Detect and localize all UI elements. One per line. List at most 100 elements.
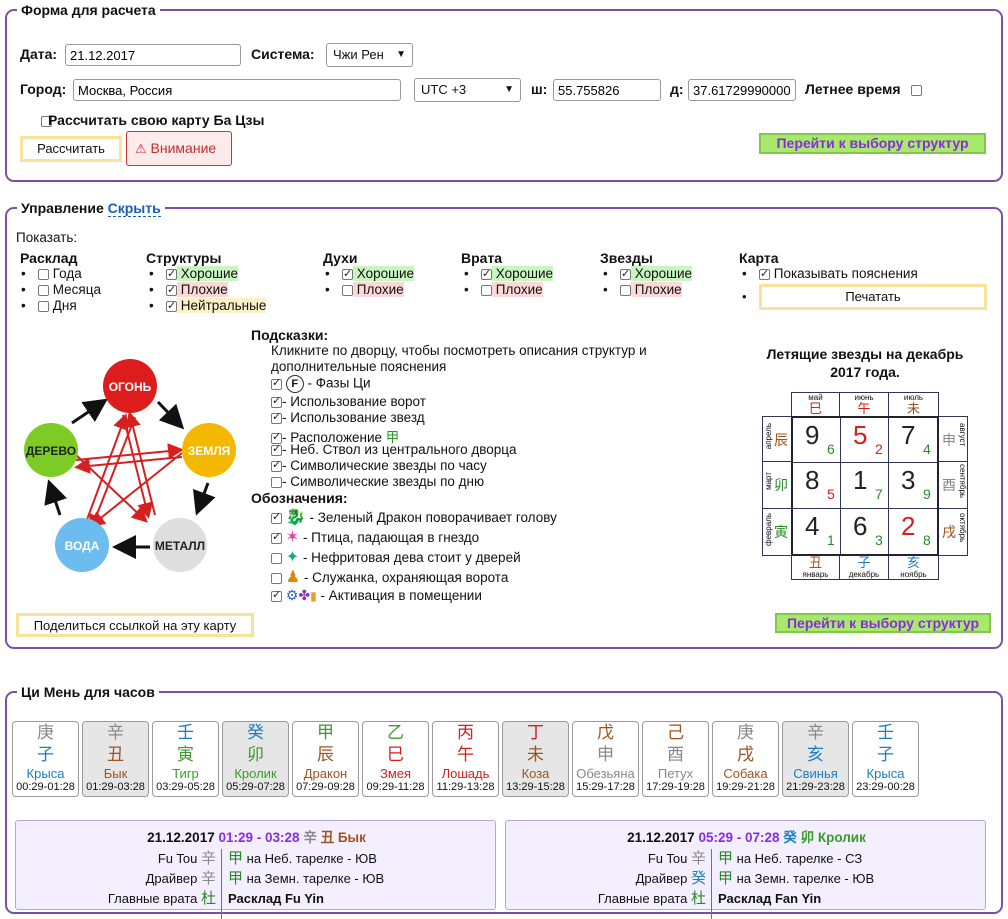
gates-option-good[interactable]: Хорошие (461, 266, 554, 282)
hour-card-animal: Бык (103, 766, 128, 781)
hour-detail-divider-1 (711, 849, 712, 919)
legend-bird[interactable]: ✶ - Птица, падающая в гнездо (271, 527, 479, 547)
hour-card[interactable]: 庚戌 Собака 19:29-21:28 (712, 721, 779, 797)
hour-card-stem: 辛 (107, 723, 124, 742)
chevron-down-icon: ▼ (504, 84, 514, 95)
legend-jade-maiden[interactable]: ✦ - Нефритовая дева стоит у дверей (271, 547, 521, 567)
hour-card[interactable]: 辛丑 Бык 01:29-03:28 (82, 721, 149, 797)
hour-card[interactable]: 壬寅 Тигр 03:29-05:28 (152, 721, 219, 797)
hour-card[interactable]: 癸卯 Кролик 05:29-07:28 (222, 721, 289, 797)
hour-detail-panel-0: 21.12.2017 01:29 - 03:28 辛 丑 Бык Fu Tou … (15, 820, 496, 919)
hour-card-time: 07:29-09:28 (296, 781, 355, 793)
hour-card-branch: 午 (457, 745, 474, 764)
city-input[interactable] (73, 79, 401, 101)
month-bottom-1: 子 декабрь (840, 556, 889, 580)
dragon-icon: 🐉 (285, 509, 306, 526)
star-cell-2[interactable]: 7 4 (889, 418, 937, 464)
summer-time-checkbox[interactable] (911, 85, 922, 97)
hour-card-animal: Крыса (26, 766, 65, 781)
hour-card[interactable]: 庚子 Крыса 00:29-01:28 (12, 721, 79, 797)
hour-card-stem: 庚 (37, 723, 54, 742)
hour-card[interactable]: 丙午 Лошадь 11:29-13:28 (432, 721, 499, 797)
legend-activation[interactable]: ⚙✤▮ - Активация в помещении (271, 587, 482, 604)
timezone-select-value: UTC +3 (421, 82, 467, 97)
hour-card-time: 03:29-05:28 (156, 781, 215, 793)
stars-option-good[interactable]: Хорошие (600, 266, 693, 282)
hour-card-branch: 酉 (667, 745, 684, 764)
hour-card[interactable]: 丁未 Коза 13:29-15:28 (502, 721, 569, 797)
structures-option-good[interactable]: Хорошие (146, 266, 266, 282)
city-label: Город: (20, 81, 67, 97)
share-link-button[interactable]: Поделиться ссылкой на эту карту (16, 613, 254, 637)
hint-qi-phases-checkbox[interactable] (271, 376, 282, 390)
stars-option-bad[interactable]: Плохие (600, 282, 692, 298)
spirits-option-bad[interactable]: Плохие (322, 282, 414, 298)
star-cell-7[interactable]: 6 3 (841, 508, 889, 554)
month-top-1: июнь 午 (840, 392, 889, 416)
card-option-show-notes[interactable]: Показывать пояснения (739, 266, 918, 282)
system-select[interactable]: Чжи Рен ▼ (326, 43, 413, 67)
go-to-structures-button-bottom[interactable]: Перейти к выбору структур (775, 613, 991, 633)
legend-servant[interactable]: ♟ - Служанка, охраняющая ворота (271, 567, 508, 587)
warning-button[interactable]: ⚠ Внимание (126, 131, 232, 166)
date-input[interactable] (65, 44, 241, 66)
flying-stars-title: Летящие звезды на декабрь 2017 года. (766, 346, 964, 380)
hour-card-time: 21:29-23:28 (786, 781, 845, 793)
hour-card-branch: 申 (597, 745, 614, 764)
lon-input[interactable] (688, 79, 796, 101)
hour-card[interactable]: 壬子 Крыса 23:29-00:28 (852, 721, 919, 797)
hour-card-animal: Дракон (303, 766, 348, 781)
hour-card[interactable]: 辛亥 Свинья 21:29-23:28 (782, 721, 849, 797)
hour-card[interactable]: 乙巳 Змея 09:29-11:28 (362, 721, 429, 797)
star-cell-3[interactable]: 8 5 (793, 463, 841, 509)
hour-card-branch: 未 (527, 745, 544, 764)
control-panel-title: Управление (21, 200, 104, 216)
hint-central-stem[interactable]: - Неб. Ствол из центрального дворца (271, 442, 517, 457)
star-cell-4[interactable]: 1 7 (841, 463, 889, 509)
hint-qi-phases[interactable]: F - Фазы Ци (271, 375, 371, 393)
layout-option-day[interactable]: Дня (18, 298, 101, 314)
date-label: Дата: (20, 46, 58, 62)
hour-card-branch: 卯 (247, 745, 264, 764)
month-left-1: март 卯 (762, 462, 791, 509)
go-to-structures-button-top[interactable]: Перейти к выбору структур (759, 133, 986, 154)
hour-detail-right-1: 甲 на Неб. тарелке - СЗ 甲 на Земн. тарелк… (718, 850, 875, 906)
own-card-label: Рассчитать свою карту Ба Цзы (48, 112, 265, 128)
structures-option-bad[interactable]: Плохие (146, 282, 266, 298)
calculate-button[interactable]: Рассчитать (20, 136, 122, 162)
hour-card[interactable]: 戊申 Обезьяна 15:29-17:28 (572, 721, 639, 797)
warning-icon: ⚠ (135, 141, 147, 156)
star-cell-6[interactable]: 4 1 (793, 508, 841, 554)
gates-option-bad[interactable]: Плохие (461, 282, 553, 298)
hour-card-time: 01:29-03:28 (86, 781, 145, 793)
fire-label: ОГОНЬ (109, 380, 152, 394)
layout-option-month[interactable]: Месяца (18, 282, 101, 298)
hour-card-stem: 戊 (597, 723, 614, 742)
hour-card-stem: 甲 (317, 723, 334, 742)
hide-link[interactable]: Скрыть (107, 200, 161, 217)
month-top-2: июль 未 (889, 392, 939, 416)
hour-card-stem: 癸 (247, 723, 264, 742)
spirits-option-good[interactable]: Хорошие (322, 266, 415, 282)
hour-card-stem: 辛 (807, 723, 824, 742)
hint-stars-usage[interactable]: - Использование звезд (271, 410, 425, 425)
hour-card-animal: Тигр (172, 766, 199, 781)
hint-symbolic-day[interactable]: - Символические звезды по дню (271, 474, 484, 489)
layout-option-year[interactable]: Года (18, 266, 101, 282)
hour-card[interactable]: 甲辰 Дракон 07:29-09:28 (292, 721, 359, 797)
hint-symbolic-hour[interactable]: - Символические звезды по часу (271, 458, 487, 473)
star-cell-8[interactable]: 2 8 (889, 509, 937, 554)
lat-input[interactable] (553, 79, 661, 101)
hour-card[interactable]: 己酉 Петух 17:29-19:28 (642, 721, 709, 797)
show-label: Показать: (16, 230, 78, 245)
hint-gates-usage[interactable]: - Использование ворот (271, 394, 426, 409)
legend-green-dragon[interactable]: 🐉 - Зеленый Дракон поворачивает голову (271, 507, 557, 527)
star-cell-1[interactable]: 5 2 (841, 418, 889, 464)
timezone-select[interactable]: UTC +3 ▼ (414, 78, 521, 102)
structures-option-neutral[interactable]: Нейтральные (146, 298, 267, 314)
month-top-0: май 巳 (791, 392, 840, 416)
star-cell-0[interactable]: 9 6 (793, 418, 841, 464)
print-button[interactable]: Печатать (759, 284, 987, 310)
card-options: Показывать пояснения (739, 266, 918, 282)
star-cell-5[interactable]: 3 9 (889, 463, 937, 509)
